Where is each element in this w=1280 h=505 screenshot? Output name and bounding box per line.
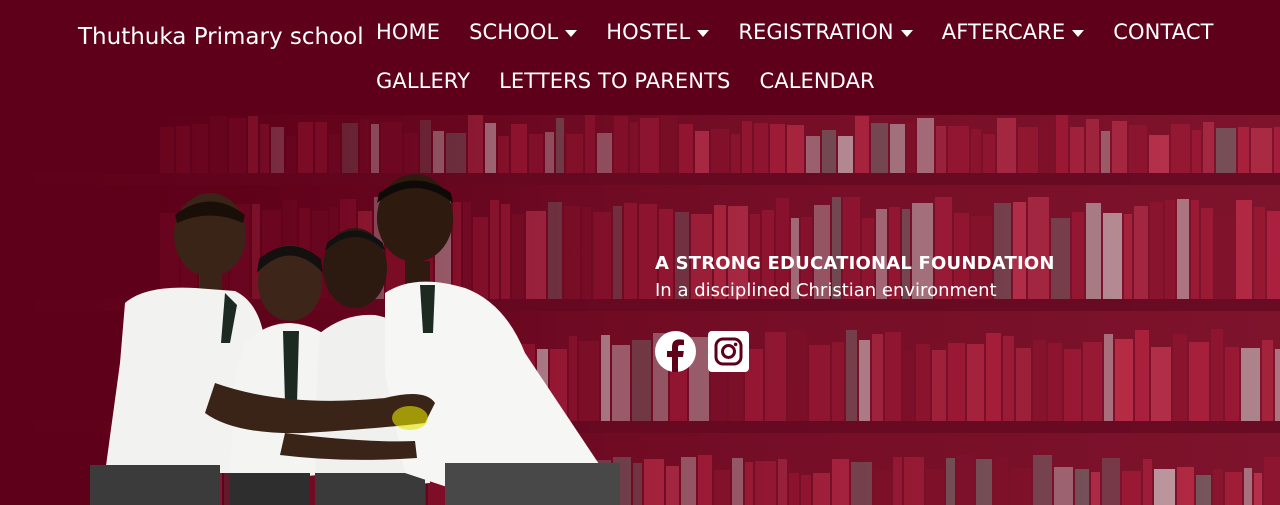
students-photo — [90, 174, 620, 505]
facebook-icon[interactable] — [655, 331, 696, 372]
hero-tagline: A STRONG EDUCATIONAL FOUNDATION In a dis… — [655, 253, 1055, 301]
brand-link[interactable]: Thuthuka Primary school — [78, 24, 364, 50]
nav-row-secondary: GALLERY LETTERS TO PARENTS CALENDAR — [376, 69, 904, 93]
nav-school-label: SCHOOL — [469, 20, 559, 44]
nav-gallery-label: GALLERY — [376, 69, 471, 93]
nav-gallery[interactable]: GALLERY — [376, 69, 470, 93]
caret-down-icon — [697, 29, 710, 37]
nav-row-primary: HOME SCHOOL HOSTEL REGISTRATION AFTERCAR… — [376, 20, 1243, 44]
nav-contact[interactable]: CONTACT — [1113, 20, 1213, 44]
nav-school-dropdown[interactable]: SCHOOL — [469, 20, 578, 44]
nav-home[interactable]: HOME — [376, 20, 440, 44]
nav-home-label: HOME — [376, 20, 441, 44]
caret-down-icon — [1072, 29, 1085, 37]
hero-title: A STRONG EDUCATIONAL FOUNDATION — [655, 253, 1055, 274]
caret-down-icon — [565, 29, 578, 37]
nav-contact-label: CONTACT — [1113, 20, 1214, 44]
hero-subtitle: In a disciplined Christian environment — [655, 280, 997, 301]
hero-banner: A STRONG EDUCATIONAL FOUNDATION In a dis… — [0, 115, 1280, 505]
social-links — [655, 331, 749, 372]
navbar: Thuthuka Primary school HOME SCHOOL HOST… — [0, 0, 1280, 115]
nav-calendar-label: CALENDAR — [759, 69, 875, 93]
instagram-icon[interactable] — [708, 331, 749, 372]
caret-down-icon — [900, 29, 913, 37]
nav-hostel-dropdown[interactable]: HOSTEL — [606, 20, 710, 44]
nav-letters-to-parents[interactable]: LETTERS TO PARENTS — [499, 69, 730, 93]
nav-registration-label: REGISTRATION — [738, 20, 894, 44]
nav-aftercare-label: AFTERCARE — [941, 20, 1066, 44]
nav-registration-dropdown[interactable]: REGISTRATION — [738, 20, 913, 44]
nav-letters-label: LETTERS TO PARENTS — [499, 69, 731, 93]
nav-aftercare-dropdown[interactable]: AFTERCARE — [942, 20, 1085, 44]
nav-hostel-label: HOSTEL — [606, 20, 691, 44]
nav-calendar[interactable]: CALENDAR — [759, 69, 874, 93]
